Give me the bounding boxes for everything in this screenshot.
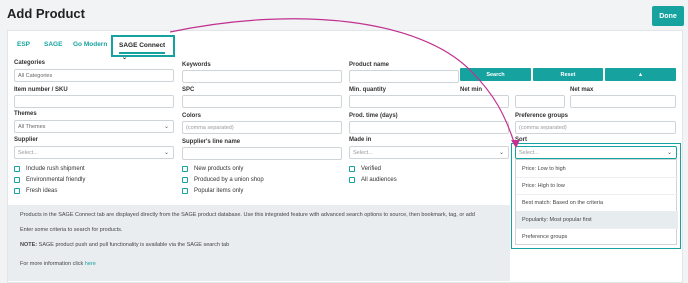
sort-options-menu: Price: Low to high Price: High to low Be… xyxy=(515,159,678,246)
sort-option[interactable]: Preference groups xyxy=(516,228,678,246)
checkbox-label: Fresh ideas xyxy=(26,188,58,194)
categories-value: All Categories xyxy=(18,73,53,79)
made-in-label: Made in xyxy=(349,137,372,143)
info-box: Products in the SAGE Connect tab are dis… xyxy=(8,205,510,281)
net-max-label: Net max xyxy=(570,87,594,93)
product-name-label: Product name xyxy=(349,62,390,68)
tab-esp[interactable]: ESP xyxy=(17,41,30,48)
keywords-input[interactable] xyxy=(182,70,342,83)
tab-go-modern[interactable]: Go Modern xyxy=(73,41,107,48)
info-line-4: For more information click here xyxy=(20,261,96,267)
item-number-input[interactable] xyxy=(14,95,174,108)
page-title: Add Product xyxy=(7,6,85,21)
chevron-down-icon: ⌄ xyxy=(163,124,169,130)
verified-checkbox[interactable]: Verified xyxy=(349,166,381,172)
checkbox-box[interactable] xyxy=(182,177,188,183)
preference-groups-placeholder: (comma separated) xyxy=(519,125,567,131)
net-min-input[interactable] xyxy=(515,95,565,108)
sort-option[interactable]: Price: High to low xyxy=(516,177,678,195)
sort-option[interactable]: Price: Low to high xyxy=(516,160,678,178)
supplier-label: Supplier xyxy=(14,137,39,143)
categories-select[interactable]: All Categories xyxy=(14,69,174,82)
supplier-line-label: Supplier's line name xyxy=(182,139,241,145)
checkbox-box[interactable] xyxy=(349,166,355,172)
keywords-label: Keywords xyxy=(182,62,211,68)
info-line-2: Enter some criteria to search for produc… xyxy=(20,227,123,233)
rush-shipment-checkbox[interactable]: Include rush shipment xyxy=(14,166,85,172)
made-in-placeholder: Select... xyxy=(353,150,373,156)
more-info-text: For more information click xyxy=(20,261,85,267)
tab-sage-connect[interactable]: SAGE Connect ⌄ xyxy=(111,35,175,61)
info-line-1: Products in the SAGE Connect tab are dis… xyxy=(20,212,475,218)
popular-items-checkbox[interactable]: Popular items only xyxy=(182,188,243,194)
colors-label: Colors xyxy=(182,113,202,119)
checkbox-box[interactable] xyxy=(182,166,188,172)
sort-placeholder: Select... xyxy=(519,150,539,156)
sort-select[interactable]: Select... ⌄ xyxy=(515,146,677,159)
chevron-down-icon: ⌄ xyxy=(498,150,504,156)
themes-label: Themes xyxy=(14,111,37,117)
note-text: SAGE product push and pull functionality… xyxy=(37,242,230,248)
checkbox-box[interactable] xyxy=(14,166,20,172)
spc-label: SPC xyxy=(182,87,195,93)
note-label: NOTE: xyxy=(20,242,38,248)
checkbox-box[interactable] xyxy=(349,177,355,183)
themes-select[interactable]: All Themes ⌄ xyxy=(14,120,174,133)
collapse-button[interactable]: ▲ xyxy=(605,68,676,81)
categories-label: Categories xyxy=(14,60,46,66)
colors-input[interactable]: (comma separated) xyxy=(182,121,342,134)
product-name-input[interactable] xyxy=(349,70,459,83)
checkbox-label: Popular items only xyxy=(194,188,244,194)
prod-time-label: Prod. time (days) xyxy=(349,113,398,119)
tab-sage[interactable]: SAGE xyxy=(44,41,62,48)
spc-input[interactable] xyxy=(182,95,342,108)
union-shop-checkbox[interactable]: Produced by a union shop xyxy=(182,177,264,183)
supplier-placeholder: Select... xyxy=(18,150,38,156)
preference-groups-label: Preference groups xyxy=(515,113,569,119)
checkbox-label: All audiences xyxy=(361,177,397,183)
supplier-line-input[interactable] xyxy=(182,147,342,160)
checkbox-box[interactable] xyxy=(182,188,188,194)
checkbox-box[interactable] xyxy=(14,177,20,183)
checkbox-label: Produced by a union shop xyxy=(194,177,264,183)
all-audiences-checkbox[interactable]: All audiences xyxy=(349,177,397,183)
chevron-down-icon: ⌄ xyxy=(163,150,169,156)
checkbox-label: Include rush shipment xyxy=(26,166,85,172)
tab-bar: ESP SAGE Go Modern SAGE Connect ⌄ xyxy=(8,35,682,61)
checkbox-label: Environmental friendly xyxy=(26,177,86,183)
prod-time-input[interactable] xyxy=(349,121,509,134)
net-min-label: Net min xyxy=(460,87,483,93)
net-max-input[interactable] xyxy=(570,95,676,108)
checkbox-box[interactable] xyxy=(14,188,20,194)
done-button[interactable]: Done xyxy=(652,6,684,26)
info-line-3: NOTE: SAGE product push and pull functio… xyxy=(20,242,229,248)
min-quantity-label: Min. quantity xyxy=(349,87,386,93)
min-quantity-input[interactable] xyxy=(349,95,509,108)
reset-button[interactable]: Reset xyxy=(533,68,603,81)
checkbox-label: Verified xyxy=(361,166,382,172)
new-products-checkbox[interactable]: New products only xyxy=(182,166,243,172)
colors-placeholder: (comma separated) xyxy=(186,125,234,131)
chevron-down-icon: ⌄ xyxy=(122,55,128,61)
supplier-select[interactable]: Select... ⌄ xyxy=(14,146,174,159)
sort-option[interactable]: Popularity: Most popular first xyxy=(516,211,678,229)
environmental-checkbox[interactable]: Environmental friendly xyxy=(14,177,85,183)
search-button[interactable]: Search xyxy=(460,68,531,81)
themes-value: All Themes xyxy=(18,124,46,130)
checkbox-label: New products only xyxy=(194,166,244,172)
top-bar: Add Product Done xyxy=(0,0,688,30)
more-info-link[interactable]: here xyxy=(85,261,96,267)
preference-groups-input[interactable]: (comma separated) xyxy=(515,121,676,134)
made-in-select[interactable]: Select... ⌄ xyxy=(349,146,509,159)
sort-option[interactable]: Best match: Based on the criteria xyxy=(516,194,678,212)
tab-sage-connect-label: SAGE Connect xyxy=(119,42,166,54)
chevron-down-icon: ⌄ xyxy=(666,150,672,156)
item-number-label: Item number / SKU xyxy=(14,87,68,93)
fresh-ideas-checkbox[interactable]: Fresh ideas xyxy=(14,188,57,194)
